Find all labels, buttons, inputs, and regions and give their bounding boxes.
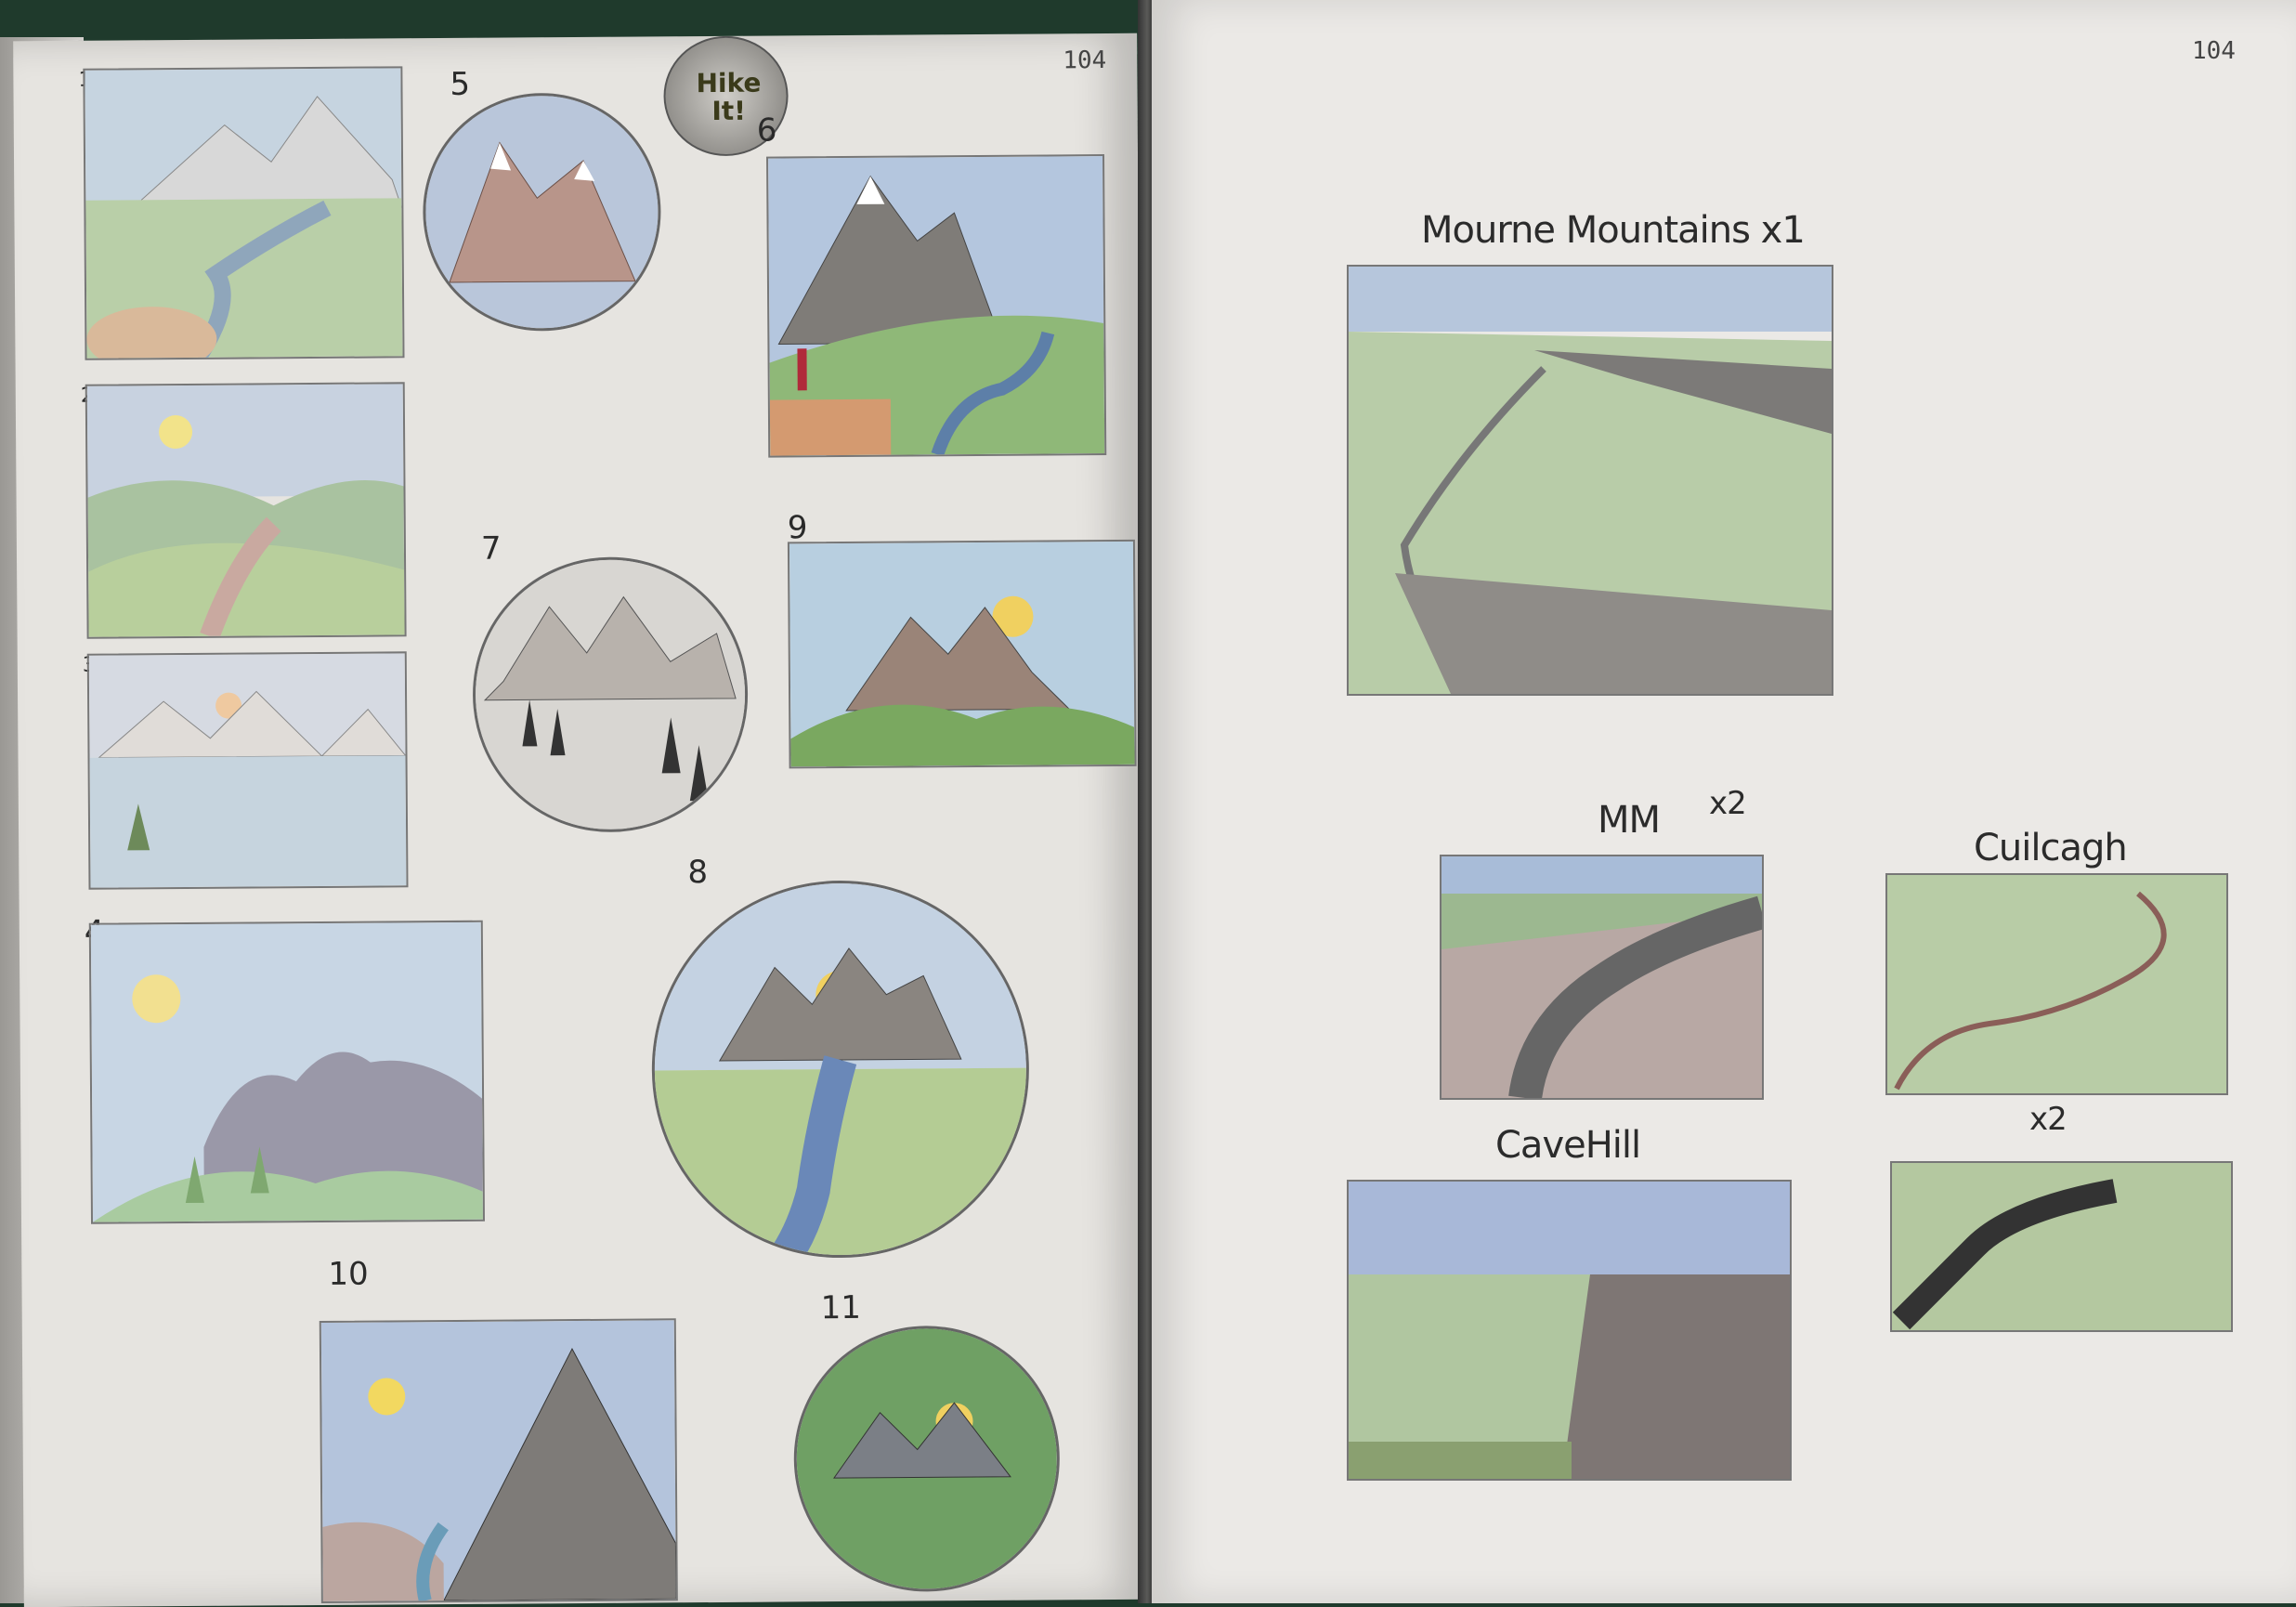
sketch-number-7: 7	[480, 529, 502, 568]
mourne-mountains-label: Mourne Mountains x1	[1421, 209, 1806, 252]
cuilcagh-label: Cuilcagh	[1974, 827, 2128, 869]
sketch-6	[766, 154, 1107, 458]
mm-count-label: x2	[1709, 785, 1747, 822]
left-page: 104 Hike It! 1 2 3	[13, 33, 1148, 1607]
cavehill-label: CaveHill	[1495, 1124, 1641, 1167]
sketch-5	[422, 92, 662, 333]
sketch-1	[83, 66, 405, 360]
sketch-9	[787, 539, 1137, 769]
sketch-10	[319, 1318, 678, 1603]
sketch-number-5: 5	[450, 65, 471, 103]
sketch-4	[88, 920, 486, 1224]
mourne-mountains-sketch	[1347, 265, 1833, 696]
page-number: 104	[2192, 37, 2236, 65]
cuilcagh-sketch	[1885, 873, 2228, 1095]
page-number: 104	[1063, 46, 1107, 75]
sketch-7	[472, 555, 750, 833]
x2-label: x2	[2029, 1101, 2068, 1138]
sketch-number-8: 8	[687, 854, 709, 892]
cavehill-sketch	[1347, 1180, 1792, 1481]
sketch-8	[650, 879, 1031, 1260]
right-page: 104 Mourne Mountains x1 MM x2 Cuilcagh C…	[1152, 0, 2296, 1603]
sketch-number-10: 10	[328, 1255, 369, 1293]
x2-sketch	[1890, 1161, 2233, 1332]
mm-sketch	[1440, 855, 1764, 1100]
sketch-3	[86, 651, 409, 890]
sketch-number-6: 6	[756, 111, 777, 150]
mm-label: MM	[1598, 799, 1661, 842]
sketch-number-11: 11	[820, 1288, 862, 1327]
sketch-11	[792, 1325, 1061, 1593]
sketch-2	[85, 382, 407, 639]
